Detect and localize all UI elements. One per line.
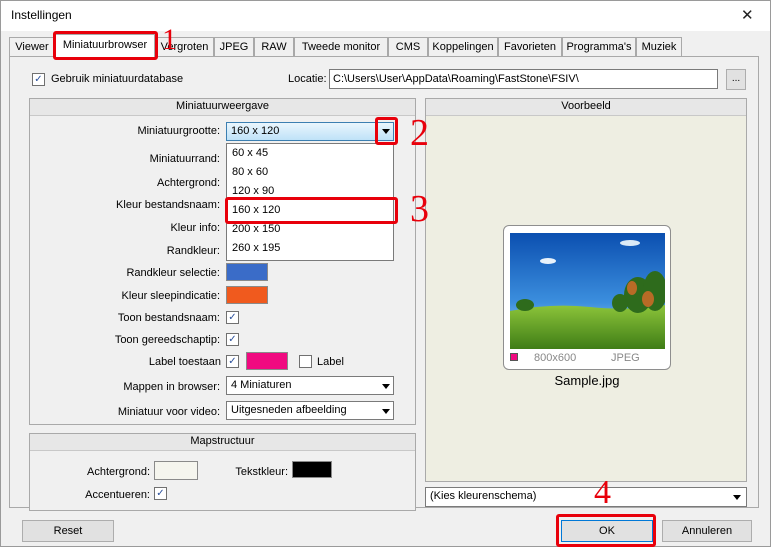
label-color-indicator bbox=[510, 353, 518, 361]
tab-programmas[interactable]: Programma's bbox=[562, 37, 636, 56]
folder-background-swatch[interactable] bbox=[154, 461, 198, 480]
video-thumb-select[interactable]: Uitgesneden afbeelding bbox=[226, 401, 394, 420]
cancel-button[interactable]: Annuleren bbox=[662, 520, 752, 542]
thumbnail-format: JPEG bbox=[611, 352, 640, 364]
tab-jpeg[interactable]: JPEG bbox=[214, 37, 254, 56]
drag-color-swatch[interactable] bbox=[226, 286, 268, 304]
thumbnail-resolution: 800x600 bbox=[534, 352, 577, 364]
highlight-label: Accentueren: bbox=[85, 489, 150, 501]
annotation-box-1 bbox=[53, 31, 158, 60]
preview-header: Voorbeeld bbox=[426, 99, 746, 116]
thumbnail-card[interactable]: 800x600 JPEG bbox=[503, 225, 671, 370]
text-color-swatch[interactable] bbox=[292, 461, 332, 478]
tab-raw[interactable]: RAW bbox=[254, 37, 294, 56]
show-filename-checkbox[interactable]: ✓ bbox=[226, 311, 239, 324]
chevron-down-icon bbox=[382, 384, 390, 389]
thumb-size-label: Miniatuurgrootte: bbox=[137, 125, 220, 137]
folders-label: Mappen in browser: bbox=[123, 381, 220, 393]
chevron-down-icon bbox=[382, 409, 390, 414]
border-color-label: Randkleur: bbox=[166, 245, 220, 257]
color-scheme-value: (Kies kleurenschema) bbox=[430, 490, 537, 502]
drag-color-label: Kleur sleepindicatie: bbox=[121, 290, 220, 302]
sel-border-color-swatch[interactable] bbox=[226, 263, 268, 281]
text-color-label: Tekstkleur: bbox=[235, 466, 288, 478]
annotation-number-3: 3 bbox=[410, 188, 429, 230]
annotation-number-1: 1 bbox=[162, 23, 177, 56]
thumb-border-label: Miniatuurrand: bbox=[149, 153, 220, 165]
option-260x195[interactable]: 260 x 195 bbox=[227, 239, 393, 258]
show-label-checkbox[interactable]: ✓ bbox=[226, 355, 239, 368]
use-db-checkbox[interactable]: ✓ bbox=[32, 73, 45, 86]
option-80x60[interactable]: 80 x 60 bbox=[227, 163, 393, 182]
color-scheme-select[interactable]: (Kies kleurenschema) bbox=[425, 487, 747, 507]
label-color-swatch[interactable] bbox=[246, 352, 288, 370]
location-label: Locatie: bbox=[288, 73, 327, 85]
sel-border-color-label: Randkleur selectie: bbox=[126, 267, 220, 279]
title-bar bbox=[1, 1, 770, 31]
show-filename-label: Toon bestandsnaam: bbox=[117, 312, 220, 324]
thumb-size-select[interactable]: 160 x 120 bbox=[226, 122, 394, 141]
highlight-checkbox[interactable]: ✓ bbox=[154, 487, 167, 500]
option-60x45[interactable]: 60 x 45 bbox=[227, 144, 393, 163]
annotation-number-4: 4 bbox=[594, 474, 611, 511]
folders-value: 4 Miniaturen bbox=[231, 379, 292, 391]
folders-select[interactable]: 4 Miniaturen bbox=[226, 376, 394, 395]
reset-button[interactable]: Reset bbox=[22, 520, 114, 542]
filename-color-label: Kleur bestandsnaam: bbox=[116, 199, 220, 211]
show-tooltip-checkbox[interactable]: ✓ bbox=[226, 333, 239, 346]
background-label: Achtergrond: bbox=[157, 177, 220, 189]
label-checkbox-label: Label bbox=[317, 356, 344, 368]
show-tooltip-label: Toon gereedschaptip: bbox=[114, 334, 220, 346]
show-label-label: Label toestaan bbox=[148, 356, 221, 368]
tab-tweede-monitor[interactable]: Tweede monitor bbox=[294, 37, 388, 56]
tab-muziek[interactable]: Muziek bbox=[636, 37, 682, 56]
tab-favorieten[interactable]: Favorieten bbox=[498, 37, 562, 56]
browse-button[interactable]: ... bbox=[726, 69, 746, 90]
use-db-label: Gebruik miniatuurdatabase bbox=[51, 73, 184, 85]
tab-koppelingen[interactable]: Koppelingen bbox=[428, 37, 498, 56]
window-title: Instellingen bbox=[11, 8, 72, 22]
thumbnail-view-header: Miniatuurweergave bbox=[30, 99, 415, 116]
label-checkbox[interactable] bbox=[299, 355, 312, 368]
folder-background-label: Achtergrond: bbox=[87, 466, 150, 478]
video-thumb-value: Uitgesneden afbeelding bbox=[231, 404, 347, 416]
info-color-label: Kleur info: bbox=[170, 222, 220, 234]
sample-photo bbox=[510, 233, 665, 349]
tab-cms[interactable]: CMS bbox=[388, 37, 428, 56]
close-icon[interactable]: ✕ bbox=[741, 6, 754, 24]
thumbnail-filename: Sample.jpg bbox=[554, 373, 620, 388]
tab-viewer[interactable]: Viewer bbox=[9, 37, 55, 56]
video-thumb-label: Miniatuur voor video: bbox=[117, 406, 220, 418]
annotation-box-2 bbox=[375, 117, 398, 145]
annotation-box-3 bbox=[225, 197, 398, 224]
annotation-box-4 bbox=[556, 514, 656, 547]
annotation-number-2: 2 bbox=[410, 112, 429, 154]
folder-tree-header: Mapstructuur bbox=[30, 434, 415, 451]
location-input[interactable]: C:\Users\User\AppData\Roaming\FastStone\… bbox=[329, 69, 718, 89]
chevron-down-icon bbox=[733, 495, 741, 500]
